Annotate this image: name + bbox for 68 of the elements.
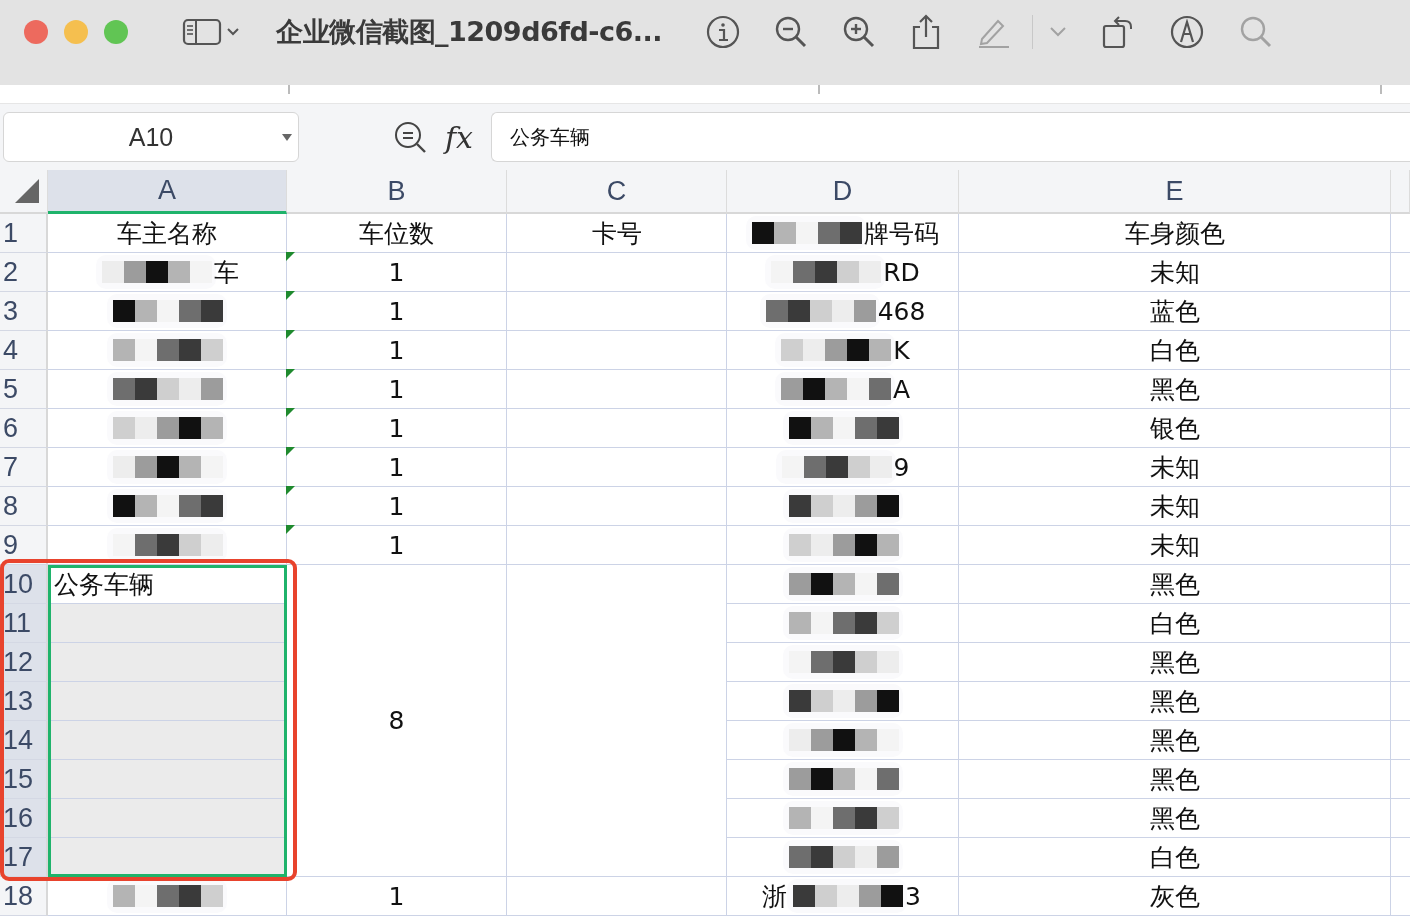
cell-text: 8 [388,706,405,735]
cell-text: 车主名称 [117,217,217,250]
cell-text: 1 [388,452,405,482]
cell-text-fragment: 3 [905,881,921,911]
table-cell: 黑色 [959,682,1391,721]
row-header[interactable]: 1 [0,214,48,253]
cell-text-fragment: 9 [893,452,910,482]
cell-text-fragment: A [892,374,911,404]
column-header[interactable]: E [959,170,1391,214]
cell-text: 1 [388,296,405,326]
cell-text: 车位数 [359,217,434,250]
table-cell: 黑色 [959,721,1391,760]
row-header[interactable]: 17 [0,838,48,877]
zoom-formula-icon[interactable] [393,120,427,154]
cell-text-fragment: K [893,335,910,365]
table-cell: 灰色 [959,877,1391,916]
table-cell: 白色 [959,838,1391,877]
row-header[interactable]: 5 [0,370,48,409]
zoom-in-icon[interactable] [842,14,877,49]
row-header[interactable]: 18 [0,877,48,916]
info-icon[interactable] [706,14,741,49]
row-header[interactable]: 3 [0,292,48,331]
cell-text-fragment: 车 [213,256,239,289]
cell-text-fragment: 468 [877,296,926,326]
row-header[interactable]: 9 [0,526,48,565]
table-cell: 黑色 [959,643,1391,682]
sidebar-icon[interactable] [182,16,242,47]
column-header[interactable]: D [727,170,959,214]
column-header[interactable]: A [48,170,287,214]
table-cell: 未知 [959,253,1391,292]
function-label[interactable]: fx [445,119,474,155]
zoom-out-icon[interactable] [774,14,809,49]
table-cell: 白色 [959,331,1391,370]
cell-text: 公务车辆 [54,568,154,601]
table-cell: 黑色 [959,370,1391,409]
cell-text: 1 [388,413,405,443]
name-box[interactable]: A10 [3,112,299,162]
markup-icon[interactable] [1169,13,1206,50]
table-cell: 蓝色 [959,292,1391,331]
cell-text: 1 [388,335,405,365]
table-cell: 卡号 [507,214,727,253]
cell-text-fragment: 浙 [762,880,788,913]
table-cell: 未知 [959,526,1391,565]
cell-text-fragment: 牌号码 [864,217,939,250]
cell-text: 1 [388,491,405,521]
table-cell: 车身颜色 [959,214,1391,253]
cell-text: 1 [388,257,405,287]
cell-text: 1 [388,530,405,560]
row-header[interactable]: 6 [0,409,48,448]
cell-text: 1 [388,374,405,404]
table-cell: 黑色 [959,799,1391,838]
row-header[interactable]: 7 [0,448,48,487]
table-cell: 银色 [959,409,1391,448]
table-cell: 未知 [959,487,1391,526]
cell-text-fragment: RD [883,257,920,287]
table-cell: 黑色 [959,565,1391,604]
table-cell: 未知 [959,448,1391,487]
column-header[interactable]: C [507,170,727,214]
table-cell: 白色 [959,604,1391,643]
formula-field[interactable]: 公务车辆 [491,112,1410,162]
select-all-icon[interactable] [15,179,39,203]
row-header[interactable]: 8 [0,487,48,526]
row-header[interactable]: 2 [0,253,48,292]
table-cell: 黑色 [959,760,1391,799]
row-header[interactable]: 4 [0,331,48,370]
column-header[interactable]: B [287,170,507,214]
window-title: 企业微信截图_1209d6fd-c6... [276,14,663,49]
cell-text: 1 [388,881,405,911]
